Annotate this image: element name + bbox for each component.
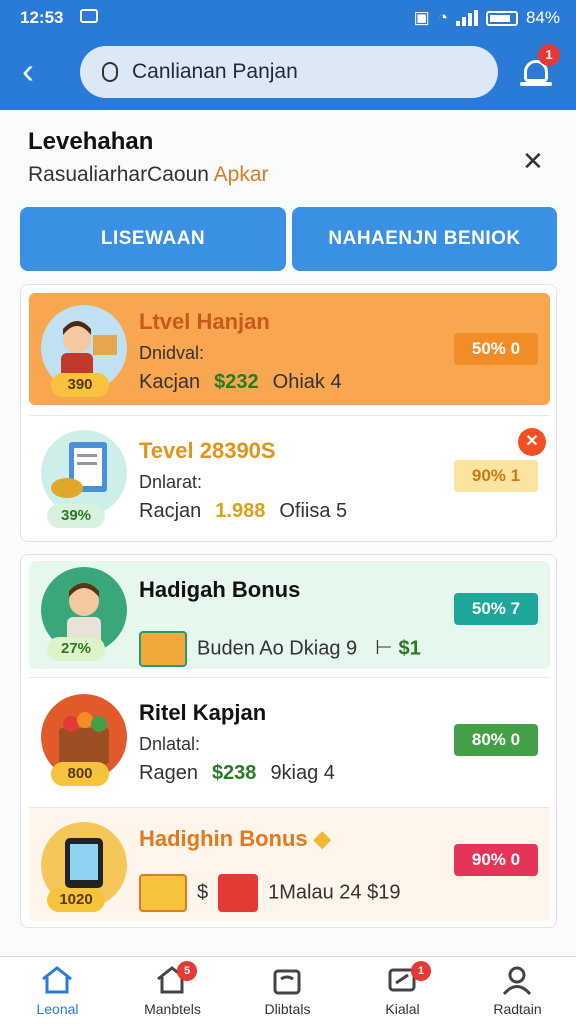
page-subtitle: RasualiarharCaoun Apkar [28,163,269,187]
item-title-text: Hadighin Bonus [139,826,308,851]
item-amount: $238 [211,762,257,784]
item-amount: $1 [398,637,421,660]
back-button[interactable]: ‹ [22,52,58,92]
nav-label: Manbtels [144,1001,201,1017]
subtitle-accent: Apkar [213,163,269,186]
item-prefix: $ [197,881,209,904]
item-label: Dnlarat: [139,472,203,492]
battery-icon [485,10,518,26]
item-label: Dnidval: [139,343,205,363]
nav-item-members[interactable]: 5 Manbtels [115,957,230,1024]
search-icon [102,62,118,82]
item-prefix: Racjan [139,500,202,522]
list-item[interactable]: 800 Ritel Kapjan Dnlatal: Ragen $238 9kiag… [29,677,550,799]
coupon-icon [139,874,187,912]
bonus-card: 27% Hadigah Bonus Buden Ao Dkiag 9 ⊢ $1 50… [20,554,557,928]
nav-label: Radtain [493,1001,542,1017]
signal-icon [455,10,478,26]
level-chip: 27% [47,637,105,661]
gift-icon [218,874,259,912]
percent-badge[interactable]: 90% 1 [454,460,538,492]
level-card: 390 Ltvel Hanjan Dnidval: Kacjan $232 Ohia… [20,284,557,542]
ticket-icon [139,631,187,667]
level-chip: 800 [51,762,109,786]
item-title: Ltvel Hanjan [139,309,270,334]
nav-label: Leonal [36,1001,79,1017]
app-header: 12:53 ▣ ◔ 84% ‹ Canlianan Panjan 1 [0,0,576,110]
box-icon [273,969,301,995]
tab-secondary[interactable]: NAHAENJN BENIOK [292,207,557,271]
percent-badge[interactable]: 80% 0 [454,724,538,756]
nav-item-profile[interactable]: Radtain [460,957,575,1024]
item-suffix: 1Malau 24 $19 [268,881,401,904]
sparkle-icon: ◆ [313,826,331,851]
percent-badge[interactable]: 50% 0 [454,333,538,365]
nav-label: Dlibtals [264,1001,311,1017]
list-item[interactable]: 390 Ltvel Hanjan Dnidval: Kacjan $232 Ohia… [29,293,550,405]
level-chip: 390 [51,373,109,397]
page-title: Levehahan [28,128,154,155]
list-item[interactable]: 1020 Hadighin Bonus ◆ $1Malau 24 $19 90%… [29,807,550,921]
tab-primary[interactable]: LISEWAAN [20,207,286,271]
item-meta: $1Malau 24 $19 [139,874,400,912]
bottom-nav: Leonal 5 Manbtels Dlibtals 1 Kialal Radt… [0,956,576,1024]
item-amount: $232 [214,371,259,393]
item-title: Ritel Kapjan [139,700,267,725]
status-time: 12:53 [20,8,64,27]
item-title: Hadigah Bonus [139,577,301,602]
level-chip: 1020 [47,888,105,912]
nav-badge: 1 [411,961,431,981]
close-icon[interactable]: ✕ [522,146,544,177]
item-amount: 1.988 [215,500,266,522]
item-meta: Buden Ao Dkiag 9 ⊢ $1 [139,631,421,667]
close-icon[interactable]: ✕ [518,428,546,456]
percent-badge[interactable]: 90% 0 [454,844,538,876]
item-meta: Ragen $238 9kiag 4 [139,762,335,785]
item-prefix: Kacjan [139,371,201,393]
bell-icon-base [520,82,552,86]
arrow-icon: ⊢ [375,637,393,660]
notification-badge: 1 [538,44,560,66]
subtitle-text: RasualiarharCaoun [28,163,209,186]
item-suffix: 9kiag 4 [270,762,335,784]
battery-level: 84% [525,8,560,27]
item-title: Hadighin Bonus ◆ [139,826,331,852]
status-bar: 12:53 ▣ ◔ 84% [0,0,576,34]
level-chip: 39% [47,504,105,528]
item-meta: Racjan 1.988 Ofiisa 5 [139,500,347,523]
item-suffix: Ohiak 4 [272,371,342,393]
item-label: Dnlatal: [139,734,201,754]
item-title: Tevel 28390S [139,438,276,463]
person-icon [502,966,532,995]
home-icon [42,966,72,994]
nav-item-messages[interactable]: 1 Kialal [345,957,460,1024]
nav-label: Kialal [385,1001,420,1017]
search-bar[interactable]: Canlianan Panjan [80,46,498,98]
item-meta: Kacjan $232 Ohiak 4 [139,371,342,394]
status-icons: ▣ ◔ 84% [414,8,560,28]
percent-badge[interactable]: 50% 7 [454,593,538,625]
search-input[interactable]: Canlianan Panjan [132,60,298,84]
wifi-icon: ◔ [437,8,448,27]
item-suffix: Ofiisa 5 [279,500,348,522]
item-prefix: Buden Ao Dkiag 9 [197,637,358,660]
list-item[interactable]: 39% Tevel 28390S Dnlarat: Racjan 1.988 Ofi… [29,415,550,535]
message-icon [80,9,98,23]
vibrate-icon: ▣ [413,8,430,27]
nav-item-details[interactable]: Dlibtals [230,957,345,1024]
chevron-left-icon: ‹ [22,50,34,91]
nav-badge: 5 [177,961,197,981]
item-prefix: Ragen [139,762,198,784]
list-item[interactable]: 27% Hadigah Bonus Buden Ao Dkiag 9 ⊢ $1 50… [29,561,550,669]
nav-item-home[interactable]: Leonal [0,957,115,1024]
